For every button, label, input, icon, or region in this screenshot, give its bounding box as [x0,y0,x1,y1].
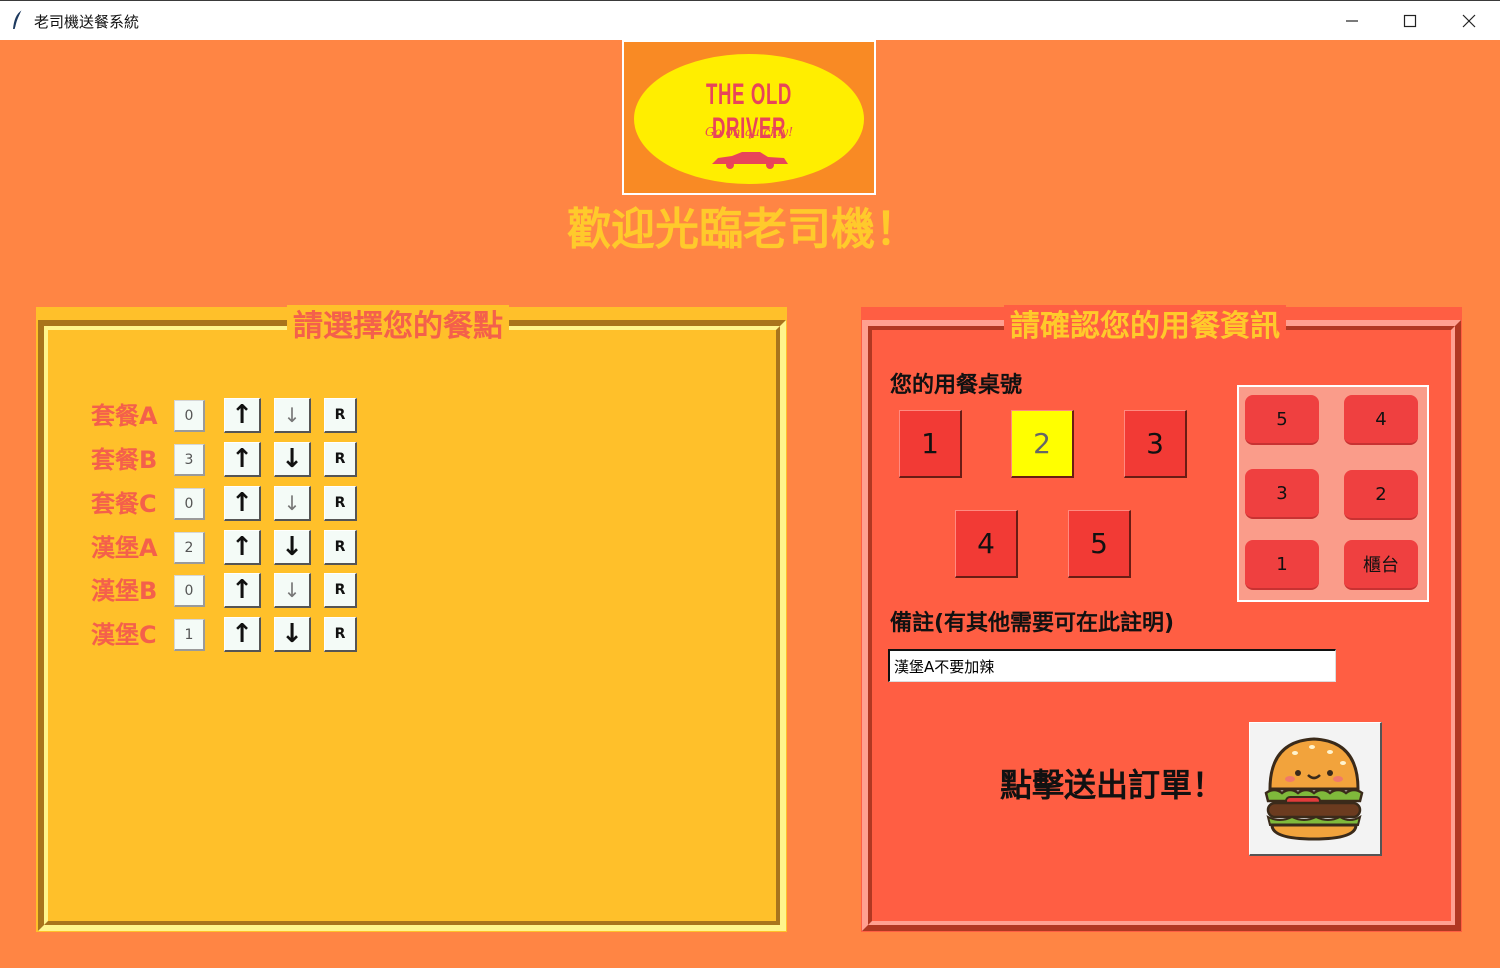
reset-button[interactable]: R [324,398,357,433]
map-table-1[interactable]: 1 [1245,540,1319,590]
quantity-display: 3 [174,444,205,476]
minimize-icon [1346,20,1358,22]
decrease-button[interactable]: ↓ [274,442,311,477]
map-table-4[interactable]: 4 [1344,395,1418,445]
feather-icon [13,9,23,30]
close-icon [1462,14,1476,28]
map-table-5[interactable]: 5 [1245,395,1319,445]
decrease-button[interactable]: ↓ [274,573,311,608]
reset-button[interactable]: R [324,486,357,521]
hamburger-icon [1264,737,1364,841]
increase-button[interactable]: ↑ [224,398,261,433]
map-counter[interactable]: 櫃台 [1344,540,1418,590]
map-table-3[interactable]: 3 [1245,469,1319,519]
quantity-display: 0 [174,488,205,520]
minimize-button[interactable] [1323,1,1381,41]
reset-button[interactable]: R [324,573,357,608]
note-input[interactable] [888,649,1336,682]
window-title: 老司機送餐系統 [34,13,140,31]
table-button-1[interactable]: 1 [899,410,962,478]
quantity-display: 2 [174,532,205,564]
decrease-button[interactable]: ↓ [274,486,311,521]
quantity-display: 0 [174,575,205,607]
table-button-4[interactable]: 4 [955,510,1018,578]
note-label: 備註(有其他需要可在此註明) [890,611,1175,636]
window-titlebar: 老司機送餐系統 [0,0,1500,40]
menu-item-label: 漢堡C [91,621,157,649]
table-button-3[interactable]: 3 [1124,410,1187,478]
close-button[interactable] [1440,1,1498,41]
info-panel-title: 請確認您的用餐資訊 [1004,305,1286,349]
menu-panel-title: 請選擇您的餐點 [287,305,509,349]
decrease-button[interactable]: ↓ [274,530,311,565]
increase-button[interactable]: ↑ [224,617,261,652]
table-button-2[interactable]: 2 [1011,410,1074,478]
decrease-button[interactable]: ↓ [274,398,311,433]
quantity-display: 0 [174,400,205,432]
reset-button[interactable]: R [324,530,357,565]
map-table-2[interactable]: 2 [1344,470,1418,520]
reset-button[interactable]: R [324,617,357,652]
maximize-button[interactable] [1381,1,1439,41]
welcome-heading: 歡迎光臨老司機！ [567,204,919,255]
menu-item-label: 漢堡B [91,577,158,605]
logo: THE OLD DRIVER Go on quickly! [622,40,876,195]
increase-button[interactable]: ↑ [224,573,261,608]
table-number-label: 您的用餐桌號 [890,373,1023,398]
decrease-button[interactable]: ↓ [274,617,311,652]
seating-map: 5 4 3 2 1 櫃台 [1237,385,1429,602]
submit-label: 點擊送出訂單！ [1000,766,1225,804]
menu-item-label: 套餐A [91,402,158,430]
maximize-icon [1403,14,1417,28]
increase-button[interactable]: ↑ [224,442,261,477]
quantity-display: 1 [174,619,205,651]
reset-button[interactable]: R [324,442,357,477]
menu-item-label: 漢堡A [91,534,158,562]
logo-subtitle: Go on quickly! [704,125,794,139]
increase-button[interactable]: ↑ [224,486,261,521]
submit-order-button[interactable] [1249,722,1382,856]
increase-button[interactable]: ↑ [224,530,261,565]
table-button-5[interactable]: 5 [1068,510,1131,578]
menu-item-label: 套餐C [91,490,157,518]
menu-item-label: 套餐B [91,446,158,474]
